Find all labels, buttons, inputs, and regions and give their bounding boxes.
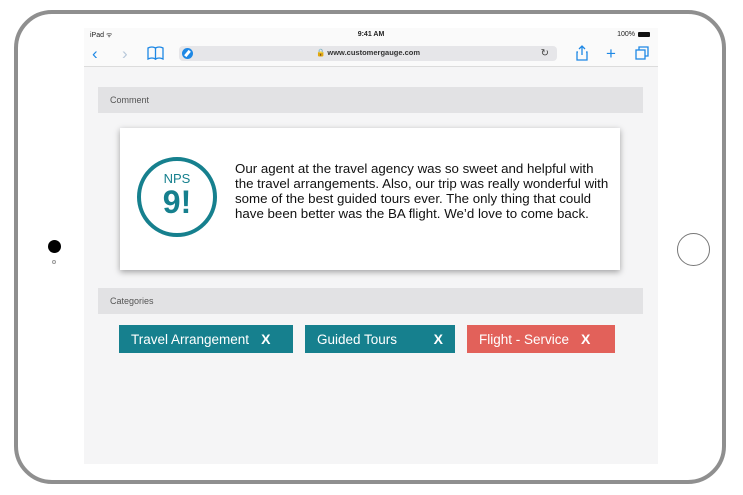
category-tags: Travel Arrangement X Guided Tours X Flig… (119, 325, 615, 353)
tag-label: Guided Tours (317, 331, 398, 347)
battery-icon (638, 32, 650, 37)
comment-card: NPS 9! Our agent at the travel agency wa… (120, 128, 620, 270)
clock: 9:41 AM (357, 31, 385, 38)
nps-badge: NPS 9! (137, 157, 217, 237)
nps-score: 9! (162, 184, 192, 220)
bookmarks-icon[interactable] (147, 46, 164, 63)
battery-percent: 100% (617, 31, 635, 38)
remove-tag-icon[interactable]: X (261, 331, 270, 347)
camera-icon (48, 240, 61, 253)
comment-text: Our agent at the travel agency was so sw… (235, 161, 609, 221)
address-bar[interactable]: 🔒 www.customergauge.com ↻ (179, 46, 557, 61)
tag-flight-service[interactable]: Flight - Service X (467, 325, 615, 353)
screen: iPad ᯤ 9:41 AM 100% ‹ › 🔒 www.customerga… (84, 28, 658, 464)
url-text: 🔒 www.customergauge.com (315, 48, 421, 57)
tag-travel-arrangement[interactable]: Travel Arrangement X (119, 325, 293, 353)
tag-label: Travel Arrangement (131, 331, 250, 347)
remove-tag-icon[interactable]: X (581, 331, 590, 347)
tag-label: Flight - Service (479, 331, 570, 347)
home-button[interactable] (677, 233, 710, 266)
reload-icon[interactable]: ↻ (541, 46, 549, 61)
share-icon[interactable] (576, 45, 588, 64)
categories-header: Categories (98, 288, 643, 314)
comment-header: Comment (98, 87, 643, 113)
tabs-icon[interactable] (635, 46, 649, 62)
new-tab-icon[interactable]: + (606, 42, 616, 66)
browser-toolbar: ‹ › 🔒 www.customergauge.com ↻ + (84, 42, 658, 67)
remove-tag-icon[interactable]: X (434, 331, 443, 347)
sensor-icon (52, 260, 56, 264)
tag-guided-tours[interactable]: Guided Tours X (305, 325, 455, 353)
battery-indicator: 100% (617, 31, 650, 38)
back-icon[interactable]: ‹ (92, 42, 98, 66)
forward-icon[interactable]: › (122, 42, 128, 66)
status-bar: iPad ᯤ 9:41 AM 100% (84, 28, 658, 42)
